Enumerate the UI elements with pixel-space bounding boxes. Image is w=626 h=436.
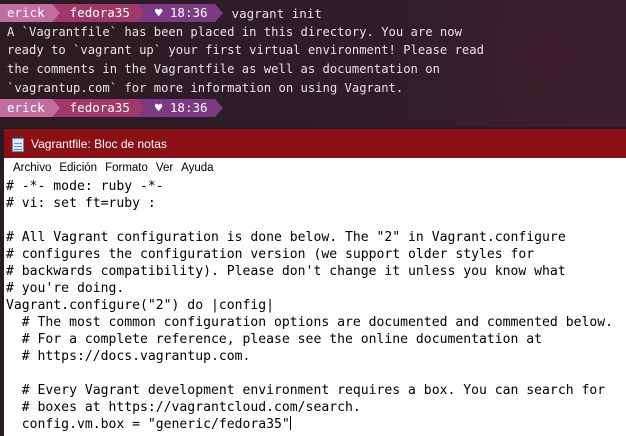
terminal-prompt: erick fedora35 ♥ 18:36 vagrant init xyxy=(0,4,322,22)
terminal-output-line: the comments in the Vagrantfile as well … xyxy=(7,62,440,76)
code-line: # https://docs.vagrantup.com. xyxy=(6,349,251,364)
text-caret xyxy=(289,416,291,430)
notepad-titlebar[interactable]: Vagrantfile: Bloc de notas xyxy=(4,129,626,158)
menu-ayuda[interactable]: Ayuda xyxy=(177,158,217,178)
code-line-last: config.vm.box = "generic/fedora35" xyxy=(6,416,291,433)
terminal-window[interactable]: erick fedora35 ♥ 18:36 vagrant init A `V… xyxy=(0,0,626,127)
prompt-time: ♥ 18:36 xyxy=(144,4,215,22)
prompt-separator-icon xyxy=(214,99,223,117)
code-line: # -*- mode: ruby -*- xyxy=(6,179,164,194)
prompt-user: erick xyxy=(0,99,52,117)
prompt-separator-icon xyxy=(51,99,60,117)
code-line: # configures the configuration version (… xyxy=(6,247,535,262)
notepad-window[interactable]: Vagrantfile: Bloc de notas Archivo Edici… xyxy=(4,129,626,436)
code-line: config.vm.box = "generic/fedora35" xyxy=(6,417,290,432)
menu-archivo[interactable]: Archivo xyxy=(9,158,55,178)
menu-bar: Archivo Edición Formato Ver Ayuda xyxy=(4,158,626,178)
prompt-separator-icon xyxy=(51,4,60,22)
code-line: # For a complete reference, please see t… xyxy=(6,332,543,347)
code-line: # vi: set ft=ruby : xyxy=(6,196,156,211)
prompt-host: fedora35 xyxy=(59,4,137,22)
prompt-time: ♥ 18:36 xyxy=(144,99,215,117)
terminal-output-line: A `Vagrantfile` has been placed in this … xyxy=(7,25,462,39)
window-title: Vagrantfile: Bloc de notas xyxy=(31,136,167,151)
menu-ver[interactable]: Ver xyxy=(152,158,177,178)
terminal-prompt: erick fedora35 ♥ 18:36 xyxy=(0,99,223,117)
terminal-command: vagrant init xyxy=(231,5,322,21)
prompt-separator-icon xyxy=(136,99,145,117)
menu-edicion[interactable]: Edición xyxy=(55,158,101,178)
terminal-background-art xyxy=(416,0,626,127)
code-line: # Every Vagrant development environment … xyxy=(6,383,606,398)
notepad-icon xyxy=(11,135,25,152)
prompt-host: fedora35 xyxy=(59,99,137,117)
prompt-separator-icon xyxy=(214,4,223,22)
code-line: Vagrant.configure("2") do |config| xyxy=(6,298,275,313)
terminal-output-line: `vagrantup.com` for more information on … xyxy=(7,81,404,95)
terminal-output-line: ready to `vagrant up` your first virtual… xyxy=(7,43,484,57)
menu-formato[interactable]: Formato xyxy=(101,158,152,178)
code-line: # backwards compatibility). Please don't… xyxy=(6,264,566,279)
code-line: # The most common configuration options … xyxy=(6,315,613,330)
code-line: # boxes at https://vagrantcloud.com/sear… xyxy=(6,400,361,415)
code-line: # All Vagrant configuration is done belo… xyxy=(6,230,566,245)
prompt-separator-icon xyxy=(136,4,145,22)
text-editor[interactable]: # -*- mode: ruby -*- # vi: set ft=ruby :… xyxy=(4,178,626,436)
prompt-user: erick xyxy=(0,4,52,22)
code-line: # you're doing. xyxy=(6,281,125,296)
